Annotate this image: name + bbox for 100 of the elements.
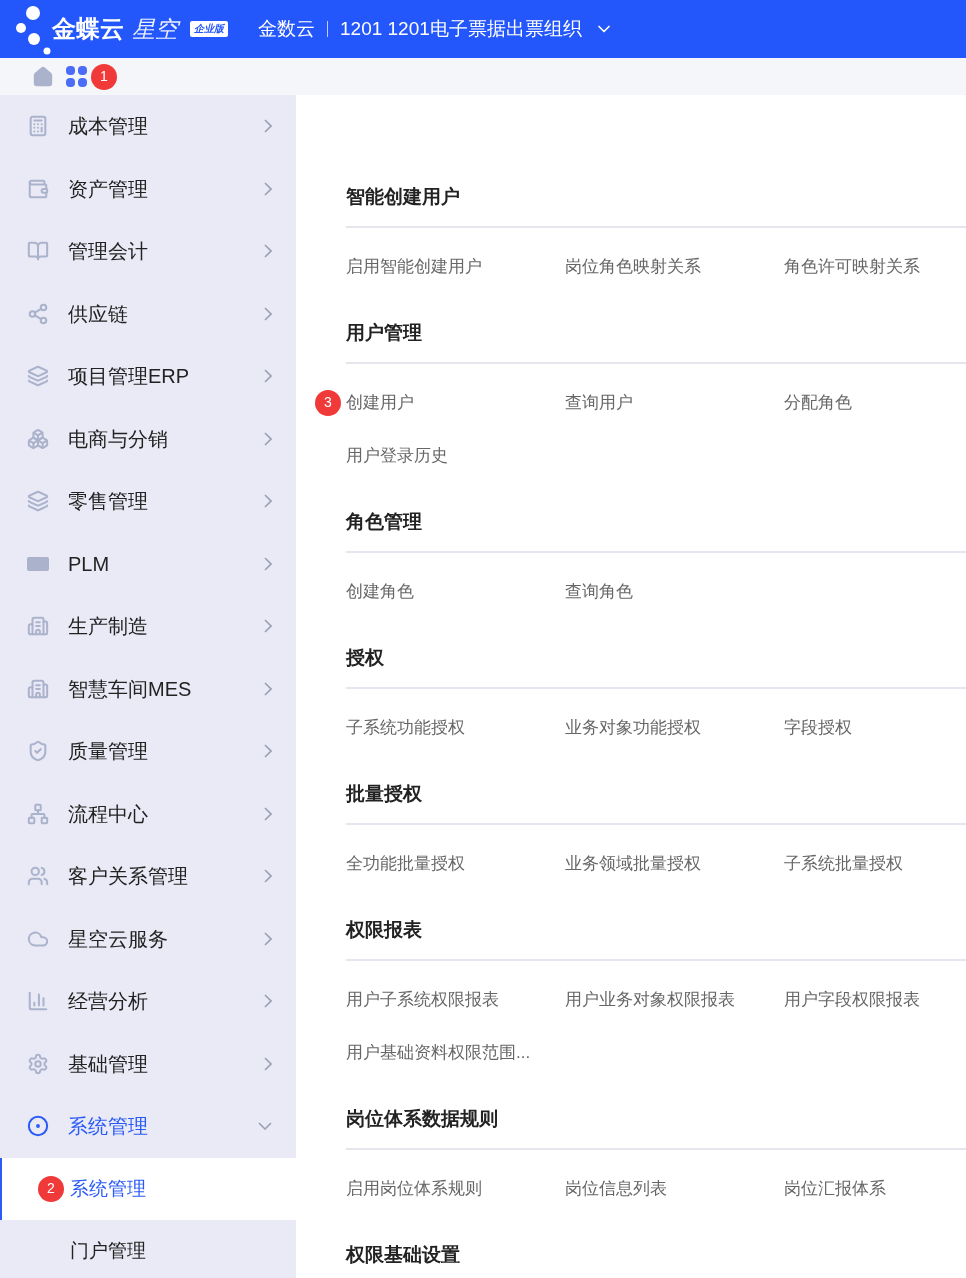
sidebar-item-label: 项目管理ERP xyxy=(68,364,191,390)
function-link[interactable]: 启用岗位体系规则 xyxy=(346,1175,482,1202)
sidebar-item[interactable]: 质量管理 xyxy=(0,720,296,783)
sidebar-item-label: 零售管理 xyxy=(68,489,149,515)
section-title: 授权 xyxy=(346,644,966,689)
edition-tag: 企业版 xyxy=(190,21,228,37)
tenant-name[interactable]: 金数云 xyxy=(258,14,315,44)
sidebar-item[interactable]: 项目管理ERP xyxy=(0,345,296,408)
sidebar-item-label: 系统管理 xyxy=(68,1114,149,1140)
chevron-right-icon xyxy=(264,244,272,259)
shield-icon xyxy=(27,740,49,763)
sidebar-item-label: 成本管理 xyxy=(68,114,149,140)
chevron-right-icon xyxy=(264,306,272,321)
chevron-right-icon xyxy=(264,556,272,571)
sidebar-item[interactable]: PLM xyxy=(0,532,296,595)
sidebar-subitem-label: 门户管理 xyxy=(70,1239,146,1263)
sidebar-item-label: 资产管理 xyxy=(68,176,149,202)
function-link[interactable]: 岗位汇报体系 xyxy=(784,1175,886,1202)
function-link[interactable]: 业务领域批量授权 xyxy=(565,850,701,877)
sidebar-item-label: 客户关系管理 xyxy=(68,864,189,890)
section-title: 权限报表 xyxy=(346,916,966,961)
sidebar-item[interactable]: 资产管理 xyxy=(0,157,296,220)
function-link[interactable]: 用户业务对象权限报表 xyxy=(565,986,735,1013)
function-link[interactable]: 分配角色 xyxy=(784,389,852,416)
sidebar-subitem[interactable]: 2 系统管理 xyxy=(0,1157,296,1220)
function-link[interactable]: 查询角色 xyxy=(565,578,633,605)
chevron-right-icon xyxy=(264,494,272,509)
building-icon xyxy=(27,677,49,700)
section-title: 权限基础设置 xyxy=(346,1241,966,1278)
chevron-right-icon xyxy=(264,1056,272,1071)
sidebar-item[interactable]: 流程中心 xyxy=(0,782,296,845)
building-icon xyxy=(27,615,49,638)
function-link[interactable]: 业务对象功能授权 xyxy=(565,714,701,741)
section-title: 用户管理 xyxy=(346,319,966,364)
users-icon xyxy=(27,865,49,888)
function-link[interactable]: 全功能批量授权 xyxy=(346,850,465,877)
nodes-icon xyxy=(27,302,49,325)
chevron-right-icon xyxy=(264,619,272,634)
sidebar-item-label: 管理会计 xyxy=(68,239,149,265)
chevron-right-icon xyxy=(264,744,272,759)
function-link[interactable]: 子系统批量授权 xyxy=(784,850,903,877)
sidebar-item[interactable]: 供应链 xyxy=(0,282,296,345)
chevron-right-icon xyxy=(264,119,272,134)
sidebar-item[interactable]: 零售管理 xyxy=(0,470,296,533)
section-title: 岗位体系数据规则 xyxy=(346,1105,966,1150)
chevron-right-icon xyxy=(264,931,272,946)
bar-chart-icon xyxy=(27,990,49,1013)
section-title: 角色管理 xyxy=(346,508,966,553)
section-title: 智能创建用户 xyxy=(346,183,966,228)
sidebar-item-label: 星空云服务 xyxy=(68,926,169,952)
function-link[interactable]: 启用智能创建用户 xyxy=(346,253,482,280)
logo-text: 金蝶云 xyxy=(52,14,124,44)
number-badge: 2 xyxy=(38,1175,64,1202)
sidebar-item-label: 经营分析 xyxy=(68,989,149,1015)
calculator-icon xyxy=(27,115,49,138)
function-link[interactable]: 岗位角色映射关系 xyxy=(565,253,701,280)
sidebar-item-label: 电商与分销 xyxy=(68,426,169,452)
sidebar-item[interactable]: 客户关系管理 xyxy=(0,845,296,908)
sidebar-subitem[interactable]: 门户管理 xyxy=(0,1220,296,1278)
function-link[interactable]: 岗位信息列表 xyxy=(565,1175,667,1202)
function-link[interactable]: 用户子系统权限报表 xyxy=(346,986,499,1013)
function-link[interactable]: 用户登录历史 xyxy=(346,442,448,469)
sidebar-item[interactable]: 电商与分销 xyxy=(0,407,296,470)
chevron-right-icon xyxy=(264,431,272,446)
function-link[interactable]: 查询用户 xyxy=(565,389,633,416)
function-link[interactable]: 创建角色 xyxy=(346,578,414,605)
function-link[interactable]: 创建用户 xyxy=(346,389,414,416)
function-link[interactable]: 字段授权 xyxy=(784,714,852,741)
number-badge: 3 xyxy=(315,389,341,416)
apps-icon[interactable] xyxy=(66,66,87,87)
layers-icon xyxy=(27,490,49,513)
target-icon xyxy=(27,1115,49,1138)
organization-selector[interactable]: 1201 1201电子票据出票组织 xyxy=(340,14,614,44)
function-link[interactable]: 用户字段权限报表 xyxy=(784,986,920,1013)
sidebar-item[interactable]: 管理会计 xyxy=(0,220,296,283)
sidebar-item-label: 供应链 xyxy=(68,301,129,327)
function-link[interactable]: 用户基础资料权限范围... xyxy=(346,1039,531,1066)
wallet-icon xyxy=(27,177,49,200)
chevron-right-icon xyxy=(264,994,272,1009)
function-link[interactable]: 角色许可映射关系 xyxy=(784,253,920,280)
layers-icon xyxy=(27,365,49,388)
sidebar-item[interactable]: 系统管理 xyxy=(0,1095,296,1158)
sidebar-item-label: 质量管理 xyxy=(68,739,149,765)
sidebar-item[interactable]: 成本管理 xyxy=(0,95,296,158)
sidebar-subitem-label: 系统管理 xyxy=(70,1176,146,1201)
chevron-right-icon xyxy=(264,181,272,196)
function-link[interactable]: 子系统功能授权 xyxy=(346,714,465,741)
sidebar-item[interactable]: 基础管理 xyxy=(0,1032,296,1095)
chevron-right-icon xyxy=(264,869,272,884)
sidebar-item[interactable]: 生产制造 xyxy=(0,595,296,658)
chevron-right-icon xyxy=(264,369,272,384)
sidebar-item[interactable]: 星空云服务 xyxy=(0,907,296,970)
sidebar-item[interactable]: 智慧车间MES xyxy=(0,657,296,720)
sidebar-item-label: 流程中心 xyxy=(68,801,149,827)
sidebar-item[interactable]: 经营分析 xyxy=(0,970,296,1033)
sidebar-item-label: 生产制造 xyxy=(68,614,149,640)
network-icon xyxy=(27,802,49,825)
sidebar-item-label: 基础管理 xyxy=(68,1051,149,1077)
book-icon xyxy=(27,240,49,263)
number-badge: 1 xyxy=(91,63,117,90)
